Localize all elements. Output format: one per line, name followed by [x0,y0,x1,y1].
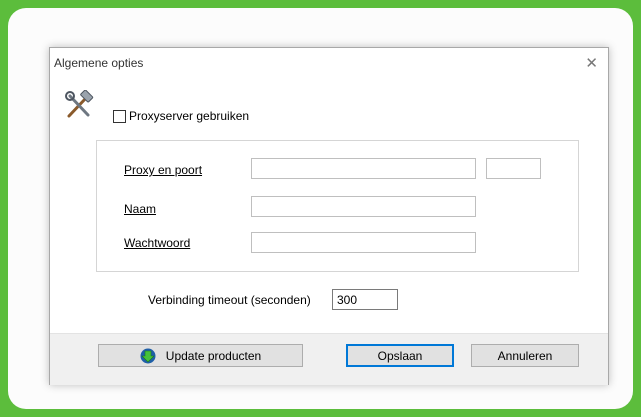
dialog-footer: Update producten Opslaan Annuleren [50,333,608,385]
proxy-port-label-text: Proxy en poort [124,163,203,177]
update-products-label: Update producten [165,348,262,363]
general-options-dialog: Algemene opties ✕ Proxyserver gebruiken … [49,47,609,385]
proxy-address-input[interactable] [251,158,476,179]
tools-icon [65,90,94,118]
name-label: Naam [124,202,156,216]
password-label: Wachtwoord [124,236,190,250]
cancel-button-label: Annuleren [497,348,553,363]
proxy-checkbox-label: Proxyserver gebruiken [129,109,250,123]
title-bar: Algemene opties ✕ [50,48,608,78]
name-label-text: Naam [124,202,157,216]
close-icon[interactable]: ✕ [585,54,598,72]
timeout-label: Verbinding timeout (seconden) [148,293,311,307]
checkbox-box[interactable] [113,109,126,123]
password-input[interactable] [251,232,476,253]
proxy-port-input[interactable] [486,158,541,179]
save-button-label: Opslaan [377,348,423,363]
proxy-port-label: Proxy en poort [124,163,202,177]
password-label-text: Wachtwoord [124,236,191,250]
save-button[interactable]: Opslaan [346,344,454,367]
update-products-button[interactable]: Update producten [98,344,303,367]
dialog-title: Algemene opties [54,56,144,70]
green-down-arrow-icon [140,348,156,363]
timeout-input[interactable] [332,289,398,310]
proxy-checkbox[interactable]: Proxyserver gebruiken [113,109,249,123]
cancel-button[interactable]: Annuleren [471,344,579,367]
name-input[interactable] [251,196,476,217]
